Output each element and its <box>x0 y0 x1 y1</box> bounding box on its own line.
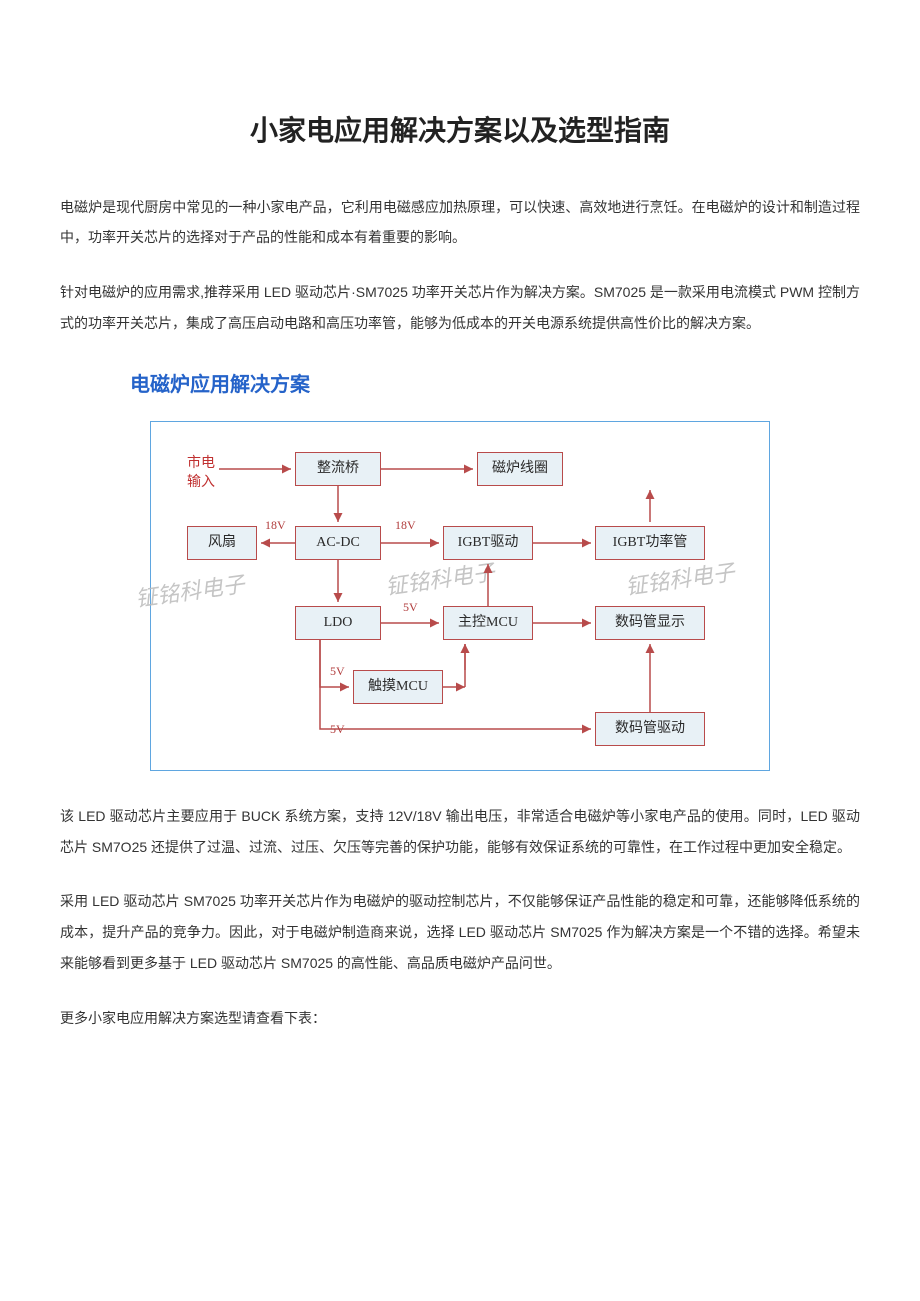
intro-paragraph-1: 电磁炉是现代厨房中常见的一种小家电产品，它利用电磁感应加热原理，可以快速、高效地… <box>60 192 860 254</box>
body-paragraph-4: 采用 LED 驱动芯片 SM7025 功率开关芯片作为电磁炉的驱动控制芯片，不仅… <box>60 886 860 978</box>
section-heading-solution: 电磁炉应用解决方案 <box>130 363 860 407</box>
node-touch: 触摸MCU <box>353 670 443 704</box>
node-fan: 风扇 <box>187 526 257 560</box>
diagram-input-label: 市电 输入 <box>165 454 215 493</box>
watermark-1: 钲铭科电子 <box>132 560 248 623</box>
node-seg-drv: 数码管驱动 <box>595 712 705 746</box>
edge-18v-left: 18V <box>265 512 286 538</box>
edge-18v-right: 18V <box>395 512 416 538</box>
block-diagram: 市电 输入 整流桥 磁炉线圈 风扇 AC-DC IGBT驱动 IGBT功率管 L… <box>150 421 770 771</box>
edge-5v-b: 5V <box>330 658 345 684</box>
edge-5v-c: 5V <box>330 716 345 742</box>
node-ldo: LDO <box>295 606 381 640</box>
diagram-arrows <box>165 448 749 748</box>
input-line2: 输入 <box>187 475 215 490</box>
node-coil: 磁炉线圈 <box>477 452 563 486</box>
node-igbt-pwr: IGBT功率管 <box>595 526 705 560</box>
input-line1: 市电 <box>187 456 215 471</box>
node-igbt-drv: IGBT驱动 <box>443 526 533 560</box>
node-mcu: 主控MCU <box>443 606 533 640</box>
edge-5v-a: 5V <box>403 594 418 620</box>
body-paragraph-5: 更多小家电应用解决方案选型请查看下表： <box>60 1003 860 1034</box>
node-acdc: AC-DC <box>295 526 381 560</box>
diagram-canvas: 市电 输入 整流桥 磁炉线圈 风扇 AC-DC IGBT驱动 IGBT功率管 L… <box>165 448 749 748</box>
intro-paragraph-2: 针对电磁炉的应用需求,推荐采用 LED 驱动芯片·SM7025 功率开关芯片作为… <box>60 277 860 339</box>
node-rectifier: 整流桥 <box>295 452 381 486</box>
page-title: 小家电应用解决方案以及选型指南 <box>60 100 860 162</box>
node-seg-disp: 数码管显示 <box>595 606 705 640</box>
body-paragraph-3: 该 LED 驱动芯片主要应用于 BUCK 系统方案，支持 12V/18V 输出电… <box>60 801 860 863</box>
